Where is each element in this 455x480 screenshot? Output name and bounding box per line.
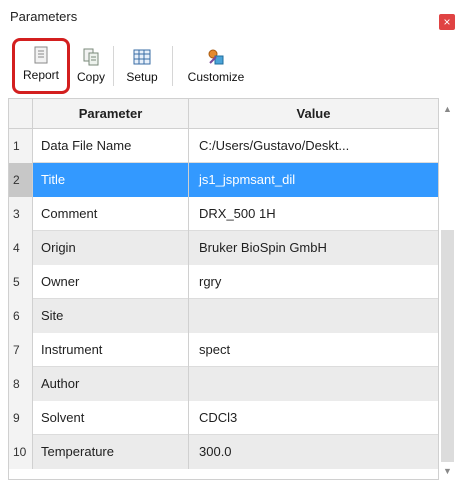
table-row[interactable]: 9 Solvent CDCl3 [9, 401, 438, 435]
table-row[interactable]: 7 Instrument spect [9, 333, 438, 367]
scroll-down-icon[interactable]: ▼ [439, 466, 455, 478]
value-cell[interactable]: spect [189, 333, 438, 367]
value-cell[interactable]: js1_jspmsant_dil [189, 163, 438, 197]
row-number: 1 [9, 129, 33, 163]
row-number-header[interactable] [9, 99, 33, 129]
toolbar-divider [113, 46, 114, 86]
row-number: 10 [9, 435, 33, 469]
table-row[interactable]: 3 Comment DRX_500 1H [9, 197, 438, 231]
row-number: 8 [9, 367, 33, 401]
value-cell[interactable]: Bruker BioSpin GmbH [189, 231, 438, 265]
parameter-cell[interactable]: Temperature [33, 435, 189, 469]
value-cell[interactable] [189, 367, 438, 401]
copy-icon [83, 48, 99, 66]
parameter-column-header[interactable]: Parameter [33, 99, 189, 129]
scroll-thumb[interactable] [441, 230, 454, 462]
table-row[interactable]: 2 Title js1_jspmsant_dil [9, 163, 438, 197]
report-label: Report [22, 68, 60, 82]
row-number: 7 [9, 333, 33, 367]
parameter-cell[interactable]: Site [33, 299, 189, 333]
scroll-up-icon[interactable]: ▲ [439, 104, 455, 116]
setup-label: Setup [126, 70, 158, 84]
grid-header: Parameter Value [9, 99, 438, 129]
value-cell[interactable]: 300.0 [189, 435, 438, 469]
table-row[interactable]: 8 Author [9, 367, 438, 401]
parameter-cell[interactable]: Data File Name [33, 129, 189, 163]
table-row[interactable]: 6 Site [9, 299, 438, 333]
row-number: 4 [9, 231, 33, 265]
parameter-cell[interactable]: Comment [33, 197, 189, 231]
row-number: 2 [9, 163, 33, 197]
row-number: 9 [9, 401, 33, 435]
row-number: 3 [9, 197, 33, 231]
toolbar-divider [172, 46, 173, 86]
table-row[interactable]: 5 Owner rgry [9, 265, 438, 299]
customize-icon [208, 49, 224, 65]
parameters-grid: Parameter Value 1 Data File Name C:/User… [8, 98, 438, 480]
setup-button[interactable]: Setup [118, 42, 166, 92]
value-cell[interactable]: C:/Users/Gustavo/Deskt... [189, 129, 438, 163]
parameter-cell[interactable]: Author [33, 367, 189, 401]
value-cell[interactable]: DRX_500 1H [189, 197, 438, 231]
table-row[interactable]: 1 Data File Name C:/Users/Gustavo/Deskt.… [9, 129, 438, 163]
value-column-header[interactable]: Value [189, 99, 438, 129]
window-title: Parameters [10, 9, 78, 24]
toolbar: Report Copy Setup Customize [0, 34, 455, 96]
row-number: 6 [9, 299, 33, 333]
vertical-scrollbar[interactable]: ▲ ▼ [438, 98, 455, 480]
value-cell[interactable] [189, 299, 438, 333]
value-cell[interactable]: rgry [189, 265, 438, 299]
row-number: 5 [9, 265, 33, 299]
close-icon[interactable]: × [439, 14, 455, 30]
table-row[interactable]: 10 Temperature 300.0 [9, 435, 438, 469]
setup-icon [133, 49, 151, 65]
copy-button[interactable]: Copy [73, 42, 109, 92]
title-bar: Parameters × [0, 0, 455, 34]
copy-label: Copy [76, 70, 105, 84]
parameter-cell[interactable]: Title [33, 163, 189, 197]
parameter-cell[interactable]: Owner [33, 265, 189, 299]
parameter-cell[interactable]: Solvent [33, 401, 189, 435]
report-button[interactable]: Report [12, 38, 70, 94]
table-row[interactable]: 4 Origin Bruker BioSpin GmbH [9, 231, 438, 265]
customize-button[interactable]: Customize [180, 42, 252, 92]
customize-label: Customize [187, 70, 245, 84]
value-cell[interactable]: CDCl3 [189, 401, 438, 435]
parameter-cell[interactable]: Origin [33, 231, 189, 265]
parameter-cell[interactable]: Instrument [33, 333, 189, 367]
report-icon [34, 46, 48, 64]
